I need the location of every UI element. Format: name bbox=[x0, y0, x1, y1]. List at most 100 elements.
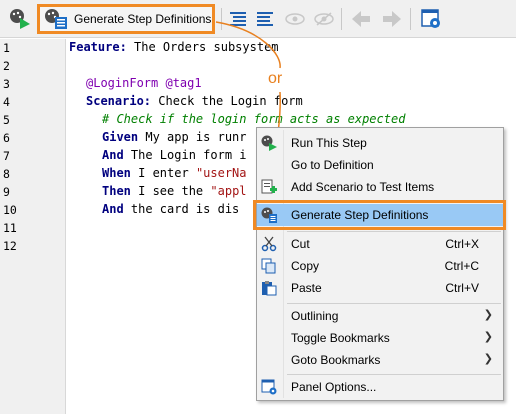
context-menu: Run This Step Go to Definition Add Scena… bbox=[256, 127, 504, 401]
code-text: I see the bbox=[130, 184, 211, 198]
code-line-10: And the card is dis bbox=[102, 202, 239, 216]
menu-item-go-to-definition[interactable]: Go to Definition bbox=[257, 154, 503, 176]
line-number: 3 bbox=[3, 77, 10, 91]
menu-item-label: Toggle Bookmarks bbox=[291, 331, 390, 345]
show-button[interactable] bbox=[283, 7, 307, 31]
submenu-arrow-icon: ❯ bbox=[483, 331, 493, 343]
menu-item-label: Go to Definition bbox=[291, 158, 374, 172]
line-number: 4 bbox=[3, 95, 10, 109]
submenu-arrow-icon: ❯ bbox=[483, 309, 493, 321]
eye-icon bbox=[285, 13, 305, 25]
menu-item-copy[interactable]: Copy Ctrl+C bbox=[257, 255, 503, 277]
menu-item-label: Goto Bookmarks bbox=[291, 353, 381, 367]
shortcut-label: Ctrl+V bbox=[445, 281, 479, 295]
menu-separator bbox=[287, 374, 501, 375]
line-number: 8 bbox=[3, 167, 10, 181]
keyword: Given bbox=[102, 130, 139, 144]
menu-item-label: Run This Step bbox=[291, 136, 367, 150]
menu-item-paste[interactable]: Paste Ctrl+V bbox=[257, 277, 503, 299]
run-step-icon bbox=[261, 135, 277, 151]
code-text: I enter bbox=[130, 166, 196, 180]
menu-item-outlining[interactable]: Outlining ❯ bbox=[257, 305, 503, 327]
code-line-9: Then I see the "appl bbox=[102, 184, 247, 198]
code-text: The Orders subsystem bbox=[126, 40, 279, 54]
line-number: 9 bbox=[3, 185, 10, 199]
line-number: 6 bbox=[3, 131, 10, 145]
panel-options-button[interactable] bbox=[419, 7, 443, 31]
keyword: And bbox=[102, 148, 124, 162]
menu-item-run-this-step[interactable]: Run This Step bbox=[257, 132, 503, 154]
line-number: 10 bbox=[3, 203, 17, 217]
add-scenario-icon bbox=[261, 179, 277, 195]
code-text: The Login form i bbox=[123, 148, 247, 162]
back-arrow-icon bbox=[352, 11, 370, 27]
menu-item-label: Add Scenario to Test Items bbox=[291, 180, 435, 194]
keyword: Feature: bbox=[69, 40, 127, 54]
back-button[interactable] bbox=[349, 7, 373, 31]
toolbar: Generate Step Definitions bbox=[0, 0, 516, 38]
generate-step-definitions-button[interactable]: Generate Step Definitions bbox=[37, 4, 215, 34]
shortcut-label: Ctrl+C bbox=[444, 259, 479, 273]
menu-item-label: Panel Options... bbox=[291, 380, 377, 394]
string-text: "userNa bbox=[195, 166, 247, 180]
code-line-8: When I enter "userNa bbox=[102, 166, 247, 180]
menu-item-label: Cut bbox=[291, 237, 310, 251]
eye-disabled-icon bbox=[314, 12, 334, 26]
highlight-frame bbox=[253, 200, 506, 230]
line-number: 11 bbox=[3, 221, 17, 235]
code-text: the card is dis bbox=[123, 202, 240, 216]
line-number: 2 bbox=[3, 59, 10, 73]
code-line-7: And The Login form i bbox=[102, 148, 247, 162]
line-number: 12 bbox=[3, 239, 17, 253]
line-number-gutter: 1 2 3 4 5 6 7 8 9 10 11 12 bbox=[0, 39, 66, 414]
panel-options-icon bbox=[261, 379, 277, 395]
toolbar-separator bbox=[341, 8, 342, 30]
menu-item-label: Paste bbox=[291, 281, 322, 295]
submenu-arrow-icon: ❯ bbox=[483, 353, 493, 365]
code-line-3: @LoginForm @tag1 bbox=[86, 76, 202, 90]
keyword: When bbox=[102, 166, 131, 180]
toolbar-separator bbox=[221, 8, 222, 30]
code-line-4: Scenario: Check the Login form bbox=[86, 94, 303, 108]
menu-item-toggle-bookmarks[interactable]: Toggle Bookmarks ❯ bbox=[257, 327, 503, 349]
run-step-button[interactable] bbox=[8, 7, 32, 31]
align-right-button[interactable] bbox=[253, 7, 277, 31]
comment-text: # Check if the login form acts as expect… bbox=[102, 112, 406, 126]
code-text: My app is runr bbox=[138, 130, 247, 144]
shortcut-label: Ctrl+X bbox=[445, 237, 479, 251]
line-number: 7 bbox=[3, 149, 10, 163]
generate-steps-icon bbox=[45, 9, 67, 29]
menu-item-goto-bookmarks[interactable]: Goto Bookmarks ❯ bbox=[257, 349, 503, 371]
forward-button[interactable] bbox=[380, 7, 404, 31]
menu-separator bbox=[287, 303, 501, 304]
run-step-icon bbox=[10, 9, 30, 29]
code-line-5: # Check if the login form acts as expect… bbox=[102, 112, 405, 126]
menu-item-add-scenario[interactable]: Add Scenario to Test Items bbox=[257, 176, 503, 198]
panel-options-icon bbox=[421, 9, 440, 28]
keyword: Then bbox=[102, 184, 131, 198]
tag-text: @LoginForm @tag1 bbox=[86, 76, 202, 90]
copy-icon bbox=[261, 258, 277, 274]
string-text: "appl bbox=[210, 184, 247, 198]
or-annotation: or bbox=[268, 70, 283, 87]
menu-item-cut[interactable]: Cut Ctrl+X bbox=[257, 233, 503, 255]
forward-arrow-icon bbox=[383, 11, 401, 27]
menu-item-panel-options[interactable]: Panel Options... bbox=[257, 376, 503, 398]
code-line-1: Feature: The Orders subsystem bbox=[69, 40, 279, 54]
generate-step-definitions-label: Generate Step Definitions bbox=[74, 12, 212, 26]
line-number: 5 bbox=[3, 113, 10, 127]
align-left-button[interactable] bbox=[226, 7, 250, 31]
menu-separator bbox=[287, 231, 501, 232]
hide-button[interactable] bbox=[312, 7, 336, 31]
scissors-icon bbox=[261, 236, 277, 252]
code-line-6: Given My app is runr bbox=[102, 130, 247, 144]
menu-item-label: Outlining bbox=[291, 309, 339, 323]
code-text: Check the Login form bbox=[151, 94, 303, 108]
keyword: And bbox=[102, 202, 124, 216]
toolbar-separator bbox=[410, 8, 411, 30]
align-left-icon bbox=[230, 12, 246, 26]
align-right-icon bbox=[257, 12, 273, 26]
line-number: 1 bbox=[3, 41, 10, 55]
paste-icon bbox=[261, 280, 277, 296]
menu-item-label: Copy bbox=[291, 259, 320, 273]
